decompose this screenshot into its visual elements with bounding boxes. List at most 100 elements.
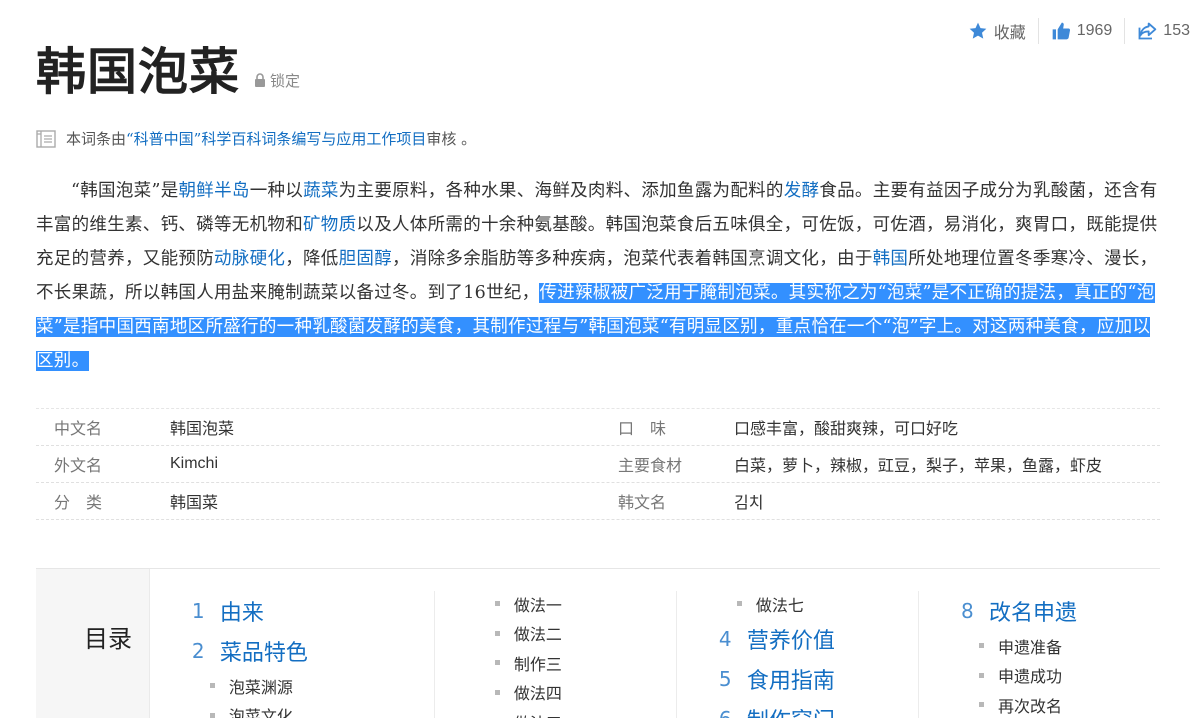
catalog-subitem[interactable]: 做法五 xyxy=(435,707,676,718)
summary-text: ，降低 xyxy=(285,249,339,269)
catalog-subitem[interactable]: 申遗成功 xyxy=(919,661,1160,691)
catalog-label: 菜品特色 xyxy=(219,641,308,666)
info-value: 韩国菜 xyxy=(170,493,219,512)
info-key: 主要食材 xyxy=(618,456,683,475)
link-vegetable[interactable]: 蔬菜 xyxy=(303,181,339,201)
info-value: 김치 xyxy=(734,493,764,512)
catalog-number: 5 xyxy=(718,666,732,691)
catalog-label: 由来 xyxy=(219,601,264,626)
review-project-link[interactable]: “科普中国”科学百科词条编写与应用工作项目 xyxy=(126,128,426,149)
table-of-contents: 目录 1 由来 2 菜品特色 泡菜渊源 泡菜文化 做法一 做法二 制作三 做法四… xyxy=(36,568,1160,718)
like-button[interactable]: 1969 xyxy=(1039,18,1125,44)
catalog-item-renaming[interactable]: 8 改名申遗 xyxy=(919,591,1160,631)
document-icon xyxy=(36,129,56,148)
bullet-icon xyxy=(494,601,500,607)
catalog-subitem[interactable]: 泡菜渊源 xyxy=(192,671,434,701)
catalog-sublabel: 做法一 xyxy=(513,595,562,615)
catalog-subitem[interactable]: 泡菜文化 xyxy=(192,701,434,718)
review-prefix: 本词条由 xyxy=(66,130,127,148)
catalog-sublabel: 制作三 xyxy=(513,654,562,674)
info-row: 中文名 韩国泡菜 口 味 口感丰富，酸甜爽辣，可口好吃 xyxy=(36,409,1160,446)
info-value: 韩国泡菜 xyxy=(170,419,235,438)
catalog-subitem[interactable]: 申遗准备 xyxy=(919,631,1160,661)
link-cholesterol[interactable]: 胆固醇 xyxy=(339,249,392,269)
catalog-column: 8 改名申遗 申遗准备 申遗成功 再次改名 xyxy=(917,591,1160,718)
share-icon xyxy=(1138,22,1157,40)
summary-text: “韩国泡菜”是 xyxy=(71,181,179,201)
catalog-sublabel: 泡菜渊源 xyxy=(228,677,293,697)
link-korean-peninsula[interactable]: 朝鲜半岛 xyxy=(179,181,250,201)
catalog-number: 4 xyxy=(718,626,732,651)
summary-paragraph: “韩国泡菜”是朝鲜半岛一种以蔬菜为主要原料，各种水果、海鲜及肉料、添加鱼露为配料… xyxy=(36,174,1164,378)
catalog-title: 目录 xyxy=(84,625,132,653)
review-suffix: 审核 。 xyxy=(426,130,477,148)
catalog-sublabel: 做法五 xyxy=(514,710,562,718)
info-key: 分 类 xyxy=(54,493,103,512)
catalog-item-features[interactable]: 2 菜品特色 xyxy=(192,631,434,671)
catalog-sublabel: 做法七 xyxy=(755,595,804,615)
summary-text: 一种以 xyxy=(249,181,304,201)
catalog-subitem[interactable]: 再次改名 xyxy=(919,690,1160,718)
thumbs-up-icon xyxy=(1052,22,1070,40)
bullet-icon xyxy=(494,689,500,695)
bullet-icon xyxy=(978,702,984,708)
favorite-button[interactable]: 收藏 xyxy=(956,18,1038,44)
title-row: 韩国泡菜 锁定 xyxy=(36,40,300,104)
catalog-number: 8 xyxy=(960,599,974,623)
bullet-icon xyxy=(494,660,500,666)
catalog-sublabel: 申遗成功 xyxy=(997,667,1062,687)
lock-status: 锁定 xyxy=(254,70,300,91)
catalog-subitem[interactable]: 做法一 xyxy=(435,589,676,619)
info-row: 外文名 Kimchi 主要食材 白菜，萝卜，辣椒，豇豆，梨子，苹果，鱼露，虾皮 xyxy=(36,446,1160,483)
info-key: 中文名 xyxy=(54,419,103,438)
catalog-subitem[interactable]: 做法四 xyxy=(435,678,676,708)
catalog-subitem[interactable]: 做法二 xyxy=(435,619,676,649)
catalog-column: 做法七 4 营养价值 5 食用指南 6 制作窍门 xyxy=(675,589,918,718)
bullet-icon xyxy=(209,683,215,689)
info-value: Kimchi xyxy=(170,455,219,472)
link-minerals[interactable]: 矿物质 xyxy=(303,215,356,235)
catalog-number: 6 xyxy=(719,707,747,718)
catalog-label: 制作窍门 xyxy=(747,703,835,718)
share-button[interactable]: 153 xyxy=(1125,18,1200,44)
catalog-label: 营养价值 xyxy=(746,628,835,654)
catalog-item-eating-guide[interactable]: 5 食用指南 xyxy=(677,659,918,699)
info-row: 分 类 韩国菜 韩文名 김치 xyxy=(36,483,1160,520)
entry-actions: 收藏 1969 153 xyxy=(956,18,1200,44)
review-note: 本词条由 “科普中国”科学百科词条编写与应用工作项目 审核 。 xyxy=(36,128,476,149)
catalog-label: 食用指南 xyxy=(746,668,835,694)
catalog-sublabel: 做法四 xyxy=(513,684,562,704)
catalog-label: 改名申遗 xyxy=(988,601,1077,626)
bullet-icon xyxy=(978,643,984,649)
basic-info-table: 中文名 韩国泡菜 口 味 口感丰富，酸甜爽辣，可口好吃 外文名 Kimchi 主… xyxy=(36,408,1160,520)
page-title: 韩国泡菜 xyxy=(36,43,240,101)
info-value: 白菜，萝卜，辣椒，豇豆，梨子，苹果，鱼露，虾皮 xyxy=(734,456,1103,475)
catalog-column: 做法一 做法二 制作三 做法四 做法五 xyxy=(433,589,676,718)
catalog-header: 目录 xyxy=(36,569,150,718)
catalog-column: 1 由来 2 菜品特色 泡菜渊源 泡菜文化 xyxy=(192,591,434,718)
bullet-icon xyxy=(494,630,500,636)
catalog-sublabel: 泡菜文化 xyxy=(228,707,293,718)
lock-label: 锁定 xyxy=(270,72,301,90)
catalog-sublabel: 做法二 xyxy=(513,625,562,645)
bullet-icon xyxy=(736,601,742,607)
catalog-subitem[interactable]: 做法七 xyxy=(677,589,918,619)
catalog-sublabel: 申遗准备 xyxy=(997,637,1062,657)
catalog-number: 2 xyxy=(191,639,205,663)
catalog-item-nutrition[interactable]: 4 营养价值 xyxy=(677,619,918,659)
share-count: 153 xyxy=(1163,22,1190,39)
catalog-number: 1 xyxy=(191,599,205,623)
info-value: 口感丰富，酸甜爽辣，可口好吃 xyxy=(734,419,959,438)
catalog-subitem[interactable]: 制作三 xyxy=(435,648,676,678)
link-korea[interactable]: 韩国 xyxy=(873,249,909,269)
star-icon xyxy=(969,22,987,39)
info-key: 口 味 xyxy=(618,419,667,438)
bullet-icon xyxy=(209,712,215,718)
link-arteriosclerosis[interactable]: 动脉硬化 xyxy=(214,249,285,269)
link-fermentation[interactable]: 发酵 xyxy=(784,181,820,201)
catalog-item-tips[interactable]: 6 制作窍门 xyxy=(677,699,918,718)
catalog-item-origin[interactable]: 1 由来 xyxy=(192,591,434,631)
info-key: 外文名 xyxy=(54,456,103,475)
info-key: 韩文名 xyxy=(618,493,667,512)
lock-icon xyxy=(255,73,265,87)
